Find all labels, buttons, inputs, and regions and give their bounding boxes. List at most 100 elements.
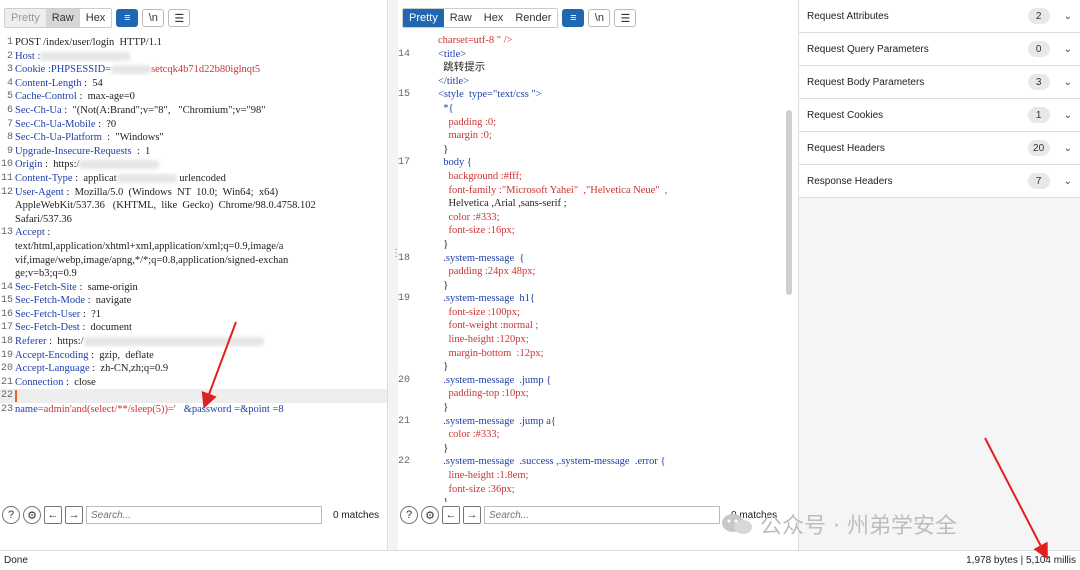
settings-gear-icon[interactable]: ⚙ xyxy=(23,506,41,524)
response-line: background :#fff; xyxy=(398,170,794,184)
settings-gear-icon[interactable]: ⚙ xyxy=(421,506,439,524)
menu-icon[interactable]: ☰ xyxy=(168,9,191,27)
response-line: *{ xyxy=(398,102,794,116)
response-scrollbar[interactable] xyxy=(786,110,792,295)
line-number xyxy=(398,102,410,116)
header-name: Accept-Language xyxy=(15,363,90,375)
response-search-input[interactable] xyxy=(484,506,720,524)
request-search-input[interactable] xyxy=(86,506,322,524)
request-line: 6 Sec-Ch-Ua : "(Not(A:Brand";v="8", "Chro… xyxy=(0,104,387,118)
line-number xyxy=(398,197,410,211)
line-number: 16 xyxy=(0,308,13,320)
header-value: urlencoded xyxy=(176,172,226,184)
line-number: 21 xyxy=(0,376,13,388)
wrap-lines-icon[interactable]: ≡ xyxy=(562,9,585,27)
line-number: 18 xyxy=(0,336,13,348)
response-line-text: </title> xyxy=(438,75,470,87)
chevron-down-icon[interactable]: ⌄ xyxy=(1064,44,1072,55)
count-badge: 0 xyxy=(1027,41,1050,57)
line-number xyxy=(398,347,410,361)
request-line: 11 Content-Type : applicat urlencoded xyxy=(0,172,387,186)
wrap-lines-icon[interactable]: ≡ xyxy=(116,9,139,27)
header-value: ge;v=b3;q=0.9 xyxy=(15,268,77,280)
request-view-tabs: Pretty Raw Hex xyxy=(4,8,113,28)
header-name: Host : xyxy=(15,50,41,62)
response-line: </title> xyxy=(398,75,794,89)
line-number: 19 xyxy=(398,293,411,305)
inspector-section[interactable]: Request Body Parameters 3 ⌄ xyxy=(799,66,1080,99)
chevron-down-icon[interactable]: ⌄ xyxy=(1064,176,1072,187)
inspector-section[interactable]: Response Headers 7 ⌄ xyxy=(799,165,1080,198)
header-value: vif,image/webp,image/apng,*/*;q=0.8,appl… xyxy=(15,254,289,266)
header-name: Sec-Ch-Ua-Platform xyxy=(15,132,102,144)
line-number: 4 xyxy=(6,77,13,89)
header-value: : xyxy=(44,227,51,239)
tab-pretty[interactable]: Pretty xyxy=(403,9,444,27)
response-line: padding :24px 48px; xyxy=(398,265,794,279)
inspector-section[interactable]: Request Query Parameters 0 ⌄ xyxy=(799,33,1080,66)
chevron-down-icon[interactable]: ⌄ xyxy=(1064,143,1072,154)
line-number: 10 xyxy=(0,159,13,171)
line-number: 14 xyxy=(0,281,13,293)
line-number: 3 xyxy=(6,64,13,76)
tab-pretty[interactable]: Pretty xyxy=(5,9,46,27)
chevron-down-icon[interactable]: ⌄ xyxy=(1064,77,1072,88)
line-number xyxy=(398,333,410,347)
tab-raw[interactable]: Raw xyxy=(443,9,478,27)
request-line: AppleWebKit/537.36 (KHTML, like Gecko) C… xyxy=(0,199,387,213)
inspector-section[interactable]: Request Attributes 2 ⌄ xyxy=(799,0,1080,33)
response-line-text: color :#333; xyxy=(438,211,500,223)
line-number: 13 xyxy=(0,227,13,239)
show-newlines-icon[interactable]: \n xyxy=(588,9,611,27)
help-icon[interactable]: ? xyxy=(400,506,418,524)
inspector-section[interactable]: Request Headers 20 ⌄ xyxy=(799,132,1080,165)
tab-hex[interactable]: Hex xyxy=(477,9,510,27)
response-line-text: line-height :120px; xyxy=(438,334,529,346)
response-line: charset=utf-8 " /> xyxy=(398,34,794,48)
line-number: 15 xyxy=(398,89,411,101)
header-value: setcqk4b71d22b80iglnqt5 xyxy=(151,64,261,76)
line-number xyxy=(0,213,14,227)
inspector-section-label: Request Attributes xyxy=(807,10,889,22)
request-line: 12 User-Agent : Mozilla/5.0 (Windows NT 1… xyxy=(0,186,387,200)
inspector-section-label: Request Headers xyxy=(807,142,885,154)
request-line: 14 Sec-Fetch-Site : same-origin xyxy=(0,281,387,295)
count-badge: 20 xyxy=(1027,140,1050,156)
response-editor[interactable]: charset=utf-8 " /> 14 <title> 跳转提示 </title>… xyxy=(398,34,794,528)
response-size-timing: 1,978 bytes | 5,104 millis xyxy=(966,555,1076,566)
response-line-text: font-size :100px; xyxy=(438,306,520,318)
arrow-left-icon[interactable]: ← xyxy=(44,506,62,524)
inspector-section[interactable]: Request Cookies 1 ⌄ xyxy=(799,99,1080,132)
request-line: 16 Sec-Fetch-User : ?1 xyxy=(0,308,387,322)
panel-divider[interactable]: ⋮ xyxy=(388,0,401,550)
show-newlines-icon[interactable]: \n xyxy=(142,9,165,27)
request-line: 3 Cookie :PHPSESSID= setcqk4b71d22b80iglnq… xyxy=(0,63,387,77)
request-line: 21 Connection : close xyxy=(0,376,387,390)
line-number xyxy=(0,267,14,281)
menu-icon[interactable]: ☰ xyxy=(614,9,637,27)
request-line: vif,image/webp,image/apng,*/*;q=0.8,appl… xyxy=(0,254,387,268)
header-name: Connection xyxy=(15,376,64,388)
inspector-section-label: Request Cookies xyxy=(807,109,884,121)
line-number: 14 xyxy=(398,48,411,60)
line-number: 7 xyxy=(6,118,13,130)
help-icon[interactable]: ? xyxy=(2,506,20,524)
header-value: : ?0 xyxy=(95,118,117,130)
header-name: Origin xyxy=(15,159,43,171)
chevron-down-icon[interactable]: ⌄ xyxy=(1064,110,1072,121)
chevron-down-icon[interactable]: ⌄ xyxy=(1064,11,1072,22)
arrow-right-icon[interactable]: → xyxy=(463,506,481,524)
request-editor[interactable]: 1 POST /index/user/login HTTP/1.1 2 Host :3… xyxy=(0,36,387,528)
header-value: : applicat xyxy=(72,172,117,184)
response-line: margin :0; xyxy=(398,129,794,143)
arrow-right-icon[interactable]: → xyxy=(65,506,83,524)
tab-hex[interactable]: Hex xyxy=(79,9,112,27)
tab-raw[interactable]: Raw xyxy=(45,9,80,27)
tab-render[interactable]: Render xyxy=(509,9,558,27)
request-line: 10 Origin : https:/ xyxy=(0,158,387,172)
arrow-left-icon[interactable]: ← xyxy=(442,506,460,524)
line-number: 9 xyxy=(6,145,13,157)
request-toolbar: Pretty Raw Hex ≡ \n ☰ xyxy=(0,0,387,36)
line-number xyxy=(398,116,410,130)
request-line: 15 Sec-Fetch-Mode : navigate xyxy=(0,294,387,308)
